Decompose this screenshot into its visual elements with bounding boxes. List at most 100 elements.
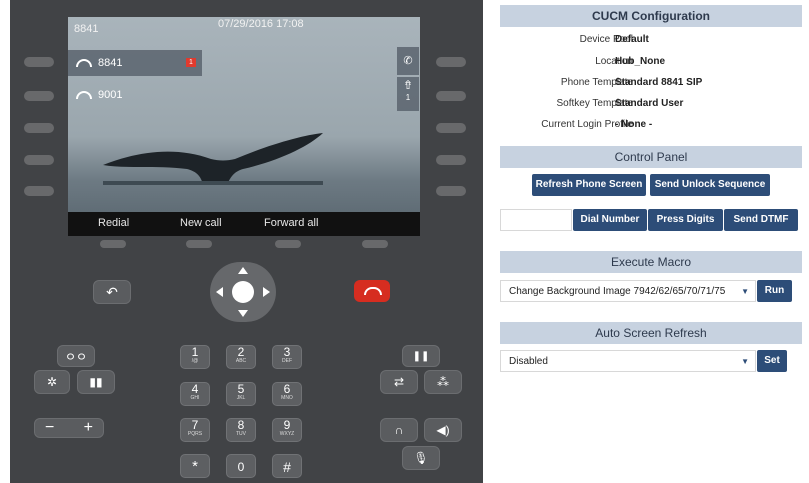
mute-button[interactable]: 🎙 — [402, 446, 440, 470]
dialpad-key-6[interactable]: 6 MNO — [272, 382, 302, 406]
softkey-bar: Redial New call Forward all — [68, 212, 420, 236]
control-panel-header: Control Panel — [500, 146, 802, 168]
softkey-template-label: Softkey Template — [556, 98, 633, 109]
back-arrow-icon: ↶ — [106, 283, 118, 300]
dialpad-key-star[interactable]: * — [180, 454, 210, 478]
nav-down-icon[interactable] — [238, 310, 248, 317]
dialpad-key-hash[interactable]: # — [272, 454, 302, 478]
device-pool-label: Device Pool — [579, 34, 633, 45]
dialpad-key-3[interactable]: 3 DEF — [272, 345, 302, 369]
nav-left-icon[interactable] — [216, 287, 223, 297]
macro-select[interactable]: Change Background Image 7942/62/65/70/71… — [500, 280, 756, 302]
headset-button[interactable]: ∩ — [380, 418, 418, 442]
login-profile-label: Current Login Profile — [541, 119, 633, 130]
dialpad-key-8[interactable]: 8 TUV — [226, 418, 256, 442]
auto-refresh-select-value: Disabled — [509, 356, 548, 367]
line-key-4[interactable] — [24, 155, 54, 165]
directory-button[interactable]: ▮▮ — [77, 370, 115, 394]
send-dtmf-button[interactable]: Send DTMF — [724, 209, 798, 231]
back-button[interactable]: ↶ — [93, 280, 131, 304]
softkey-label-redial: Redial — [98, 217, 130, 229]
line-key-5[interactable] — [24, 186, 54, 196]
screen-line-1-label: 8841 — [98, 57, 123, 69]
set-refresh-button[interactable]: Set — [757, 350, 787, 372]
handset-icon — [76, 91, 92, 99]
dropdown-caret-icon: ▼ — [741, 287, 749, 296]
nav-right-icon[interactable] — [263, 287, 270, 297]
conference-icon: ⁂ — [437, 375, 449, 389]
call-forward-icon[interactable]: ⇮ 1 — [397, 77, 419, 111]
softkey-1[interactable] — [100, 240, 126, 248]
device-pool-value: Default — [615, 34, 649, 45]
cucm-config-header: CUCM Configuration — [500, 5, 802, 27]
voicemail-icon: ㅇㅇ — [64, 349, 88, 364]
nav-up-icon[interactable] — [238, 267, 248, 274]
location-label: Location — [595, 56, 633, 67]
dialpad-key-2[interactable]: 2 ABC — [226, 345, 256, 369]
whale-tail-wallpaper — [103, 133, 323, 185]
feature-badge: 1 — [405, 93, 411, 102]
feature-key-3[interactable] — [436, 123, 466, 133]
screen-line-2[interactable]: 9001 — [68, 82, 202, 108]
softkey-3[interactable] — [275, 240, 301, 248]
screen-line-number: 8841 — [74, 23, 99, 35]
location-value: Hub_None — [615, 56, 665, 67]
feature-key-1[interactable] — [436, 57, 466, 67]
screen-line-2-label: 9001 — [98, 89, 123, 101]
phone-icon[interactable]: ✆ — [397, 47, 419, 75]
line-key-3[interactable] — [24, 123, 54, 133]
settings-button[interactable]: ✲ — [34, 370, 70, 394]
conference-button[interactable]: ⁂ — [424, 370, 462, 394]
pause-icon: ❚❚ — [412, 350, 430, 362]
feature-key-5[interactable] — [436, 186, 466, 196]
feature-key-2[interactable] — [436, 91, 466, 101]
dialpad-key-7[interactable]: 7 PQRS — [180, 418, 210, 442]
speaker-icon: ◀) — [436, 423, 450, 437]
send-unlock-sequence-button[interactable]: Send Unlock Sequence — [650, 174, 770, 196]
softkey-2[interactable] — [186, 240, 212, 248]
execute-macro-header: Execute Macro — [500, 251, 802, 273]
voicemail-button[interactable]: ㅇㅇ — [57, 345, 95, 367]
softkey-template-value: Standard User — [615, 98, 684, 109]
message-badge: 1 — [186, 58, 196, 67]
auto-refresh-select[interactable]: Disabled ▼ — [500, 350, 756, 372]
volume-rocker[interactable]: − + — [34, 418, 104, 438]
run-macro-button[interactable]: Run — [757, 280, 792, 302]
speaker-button[interactable]: ◀) — [424, 418, 462, 442]
transfer-button[interactable]: ⇄ — [380, 370, 418, 394]
nav-select-button[interactable] — [232, 281, 254, 303]
transfer-icon: ⇄ — [393, 375, 405, 389]
screen-line-1[interactable]: 8841 1 — [68, 50, 202, 76]
headset-icon: ∩ — [394, 423, 404, 437]
directory-icon: ▮▮ — [89, 375, 103, 389]
dialpad-key-0[interactable]: 0 — [226, 454, 256, 478]
phone-template-label: Phone Template — [560, 77, 633, 88]
line-key-1[interactable] — [24, 57, 54, 67]
macro-select-value: Change Background Image 7942/62/65/70/71… — [509, 286, 726, 297]
phone-template-value: Standard 8841 SIP — [615, 77, 703, 88]
volume-minus-icon[interactable]: − — [45, 419, 54, 437]
handset-icon — [76, 59, 92, 67]
end-call-button[interactable] — [354, 280, 390, 302]
press-digits-button[interactable]: Press Digits — [648, 209, 723, 231]
feature-key-4[interactable] — [436, 155, 466, 165]
softkey-4[interactable] — [362, 240, 388, 248]
phone-screen: 8841 07/29/2016 17:08 8841 1 9001 ✆ ⇮ 1 — [68, 17, 420, 235]
volume-plus-icon[interactable]: + — [84, 419, 93, 437]
softkey-label-forward-all: Forward all — [264, 217, 319, 229]
softkey-label-new-call: New call — [180, 217, 222, 229]
navigation-pad[interactable] — [210, 262, 276, 322]
line-key-2[interactable] — [24, 91, 54, 101]
gear-icon: ✲ — [46, 375, 58, 389]
dialpad-key-1[interactable]: 1/@ — [180, 345, 210, 369]
dial-number-input[interactable] — [500, 209, 572, 231]
screen-datetime: 07/29/2016 17:08 — [218, 18, 304, 30]
dialpad-key-5[interactable]: 5 JKL — [226, 382, 256, 406]
dialpad-key-4[interactable]: 4 GHI — [180, 382, 210, 406]
dial-number-button[interactable]: Dial Number — [573, 209, 647, 231]
screen-header: 8841 07/29/2016 17:08 — [68, 17, 420, 41]
dialpad-key-9[interactable]: 9 WXYZ — [272, 418, 302, 442]
hold-button[interactable]: ❚❚ — [402, 345, 440, 367]
refresh-phone-screen-button[interactable]: Refresh Phone Screen — [532, 174, 646, 196]
auto-screen-refresh-header: Auto Screen Refresh — [500, 322, 802, 344]
